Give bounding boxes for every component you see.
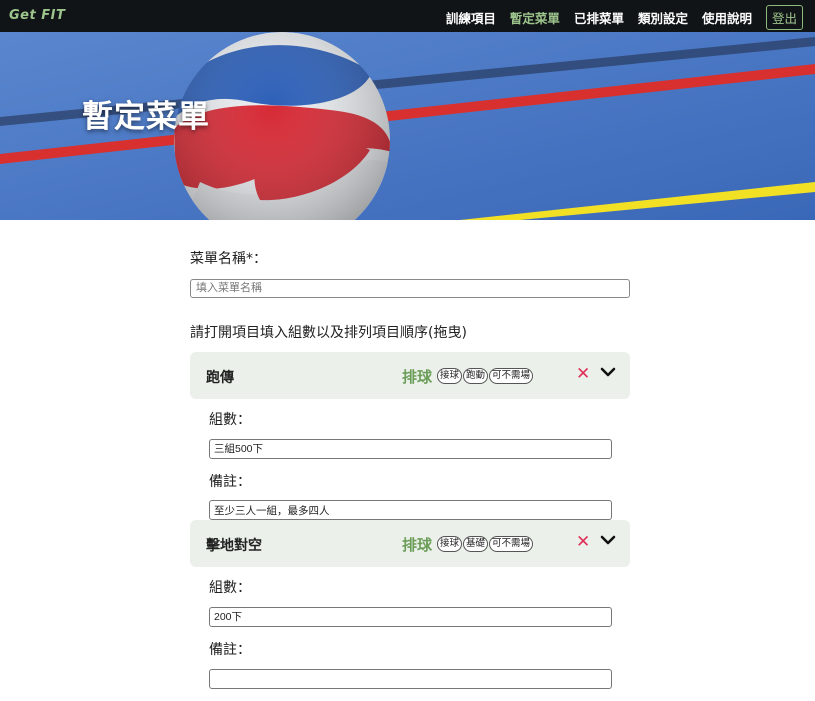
card-body: 組數： 備註： — [190, 567, 630, 701]
chevron-down-icon[interactable] — [600, 364, 616, 384]
tag-badge: 可不需場 — [489, 368, 534, 384]
notes-label: 備註： — [209, 473, 251, 490]
chevron-down-icon[interactable] — [600, 532, 616, 552]
menu-name-label: 菜單名稱*： — [190, 251, 267, 267]
tag-badge: 接球 — [437, 536, 463, 552]
notes-input[interactable] — [209, 668, 612, 689]
tag-badge: 跑動 — [463, 368, 489, 384]
logout-button[interactable]: 登出 — [765, 5, 803, 30]
hero-banner: 暫定菜單 — [0, 32, 815, 220]
card-header[interactable]: 擊地對空 排球 接球 基礎 可不需場 ✕ — [190, 520, 630, 567]
sets-input[interactable] — [209, 438, 612, 459]
item-tags: 接球 跑動 可不需場 — [437, 368, 534, 384]
item-title: 跑傳 — [206, 370, 234, 386]
nav-link-instructions[interactable]: 使用說明 — [702, 8, 752, 27]
nav-links: 訓練項目 暫定菜單 已排菜單 類別設定 使用說明 登出 — [432, 5, 803, 30]
close-icon[interactable]: ✕ — [576, 364, 590, 384]
menu-name-input[interactable] — [190, 278, 630, 298]
instruction-text: 請打開項目填入組數以及排列項目順序(拖曳) — [190, 325, 467, 341]
item-title: 擊地對空 — [206, 538, 262, 554]
nav-link-draft-menu[interactable]: 暫定菜單 — [510, 8, 560, 27]
item-category: 排球 — [402, 368, 433, 386]
brand-logo[interactable]: Get FIT — [9, 8, 65, 23]
top-navbar: Get FIT 訓練項目 暫定菜單 已排菜單 類別設定 使用說明 登出 — [0, 0, 815, 32]
tag-badge: 基礎 — [463, 536, 489, 552]
page-title: 暫定菜單 — [82, 99, 210, 135]
tag-badge: 可不需場 — [489, 536, 534, 552]
sets-input[interactable] — [209, 606, 612, 627]
nav-link-scheduled-menu[interactable]: 已排菜單 — [574, 8, 624, 27]
card-body: 組數： 備註： — [190, 399, 630, 532]
sets-label: 組數： — [209, 580, 251, 596]
menu-form: 菜單名稱*： 請打開項目填入組數以及排列項目順序(拖曳) 跑傳 排球 接球 跑動… — [190, 248, 630, 689]
training-item-card[interactable]: 擊地對空 排球 接球 基礎 可不需場 ✕ 組數： 備註： — [190, 520, 630, 701]
training-item-card[interactable]: 跑傳 排球 接球 跑動 可不需場 ✕ 組數： 備註： — [190, 352, 630, 532]
item-tags: 接球 基礎 可不需場 — [437, 536, 534, 552]
nav-link-training-items[interactable]: 訓練項目 — [446, 8, 496, 27]
nav-link-category-settings[interactable]: 類別設定 — [638, 8, 688, 27]
notes-label: 備註： — [209, 641, 251, 658]
close-icon[interactable]: ✕ — [576, 532, 590, 552]
tag-badge: 接球 — [437, 368, 463, 384]
card-header[interactable]: 跑傳 排球 接球 跑動 可不需場 ✕ — [190, 352, 630, 399]
notes-input[interactable] — [209, 500, 612, 520]
item-category: 排球 — [402, 536, 433, 554]
sets-label: 組數： — [209, 412, 251, 428]
